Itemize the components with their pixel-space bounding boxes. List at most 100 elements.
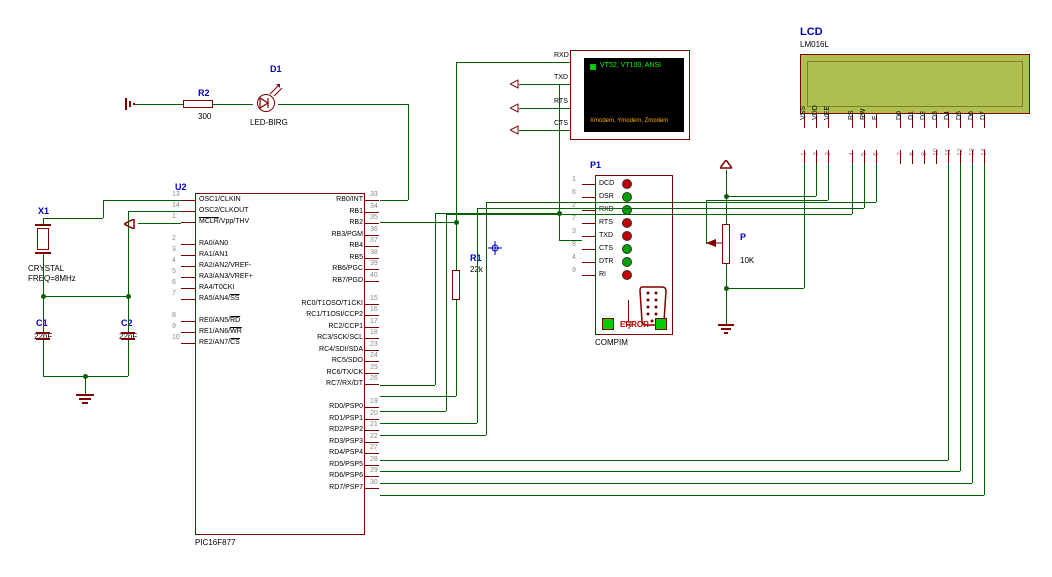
d1-type: LED-BIRG [250, 118, 288, 127]
compim-status-led-2 [655, 318, 667, 330]
u2-pin-36-num: 36 [370, 226, 378, 233]
term-pin-txd [519, 84, 570, 85]
u2-pin-29-num: 29 [370, 467, 378, 474]
compim-pin-8-num: 8 [572, 241, 576, 248]
u2-pin-39-name: RB6/PGC [332, 265, 363, 272]
term-pin-cts [519, 130, 570, 131]
compim-pin-7-num: 7 [572, 215, 576, 222]
u2-pin-13-name: OSC1/CLKIN [199, 196, 241, 203]
term-pin-rts [519, 108, 570, 109]
compim-pin-1-num: 1 [572, 176, 576, 183]
r1-ref: R1 [470, 253, 482, 263]
lcd-pin-5-name: RW [860, 108, 867, 120]
lcd-pin-3-name: VEE [824, 106, 831, 120]
compim-led-cts [622, 244, 632, 254]
u2-pin-28-num: 28 [370, 456, 378, 463]
u2-pin-37-num: 37 [370, 237, 378, 244]
u2-pin-22-name: RD3/PSP3 [329, 438, 363, 445]
u2-pin-4-name: RA2/AN2/VREF- [199, 262, 251, 269]
u2-pin-14-name: OSC2/CLKOUT [199, 207, 248, 214]
u2-pin-8-num: 8 [172, 312, 176, 319]
u2-pin-34-num: 34 [370, 203, 378, 210]
lcd-pin-1-name: VSS [800, 106, 807, 120]
term-sig0: RXD [554, 52, 569, 59]
u2-pin-13-num: 13 [172, 191, 180, 198]
d1-ref: D1 [270, 64, 282, 74]
term-sig3: CTS [554, 120, 568, 127]
u2-pin-8-name: RE0/AN5/RD [199, 317, 240, 324]
u2-pin-18-num: 18 [370, 329, 378, 336]
x1-freq: FREQ=8MHz [28, 274, 76, 283]
u2-pin-25-num: 25 [370, 364, 378, 371]
u2-pin-2-num: 2 [172, 235, 176, 242]
x1-type: CRYSTAL [28, 264, 64, 273]
compim-pin-3-num: 3 [572, 228, 576, 235]
compim-led-rts [622, 218, 632, 228]
u2-pin-22-num: 22 [370, 433, 378, 440]
u2-pin-9-name: RE1/AN6/WR [199, 328, 242, 335]
lcd-pin-8-name: D1 [908, 111, 915, 120]
u2-pin-10-num: 10 [172, 334, 180, 341]
u2-pin-38-num: 38 [370, 249, 378, 256]
u2-pin-18-name: RC3/SCK/SCL [317, 334, 363, 341]
compim-led-dcd [622, 179, 632, 189]
u2-pin-37-name: RB4 [349, 242, 363, 249]
u2-pin-1-num: 1 [172, 213, 176, 220]
compim-pin-9-num: 9 [572, 267, 576, 274]
u2-pin-3-num: 3 [172, 246, 176, 253]
u2-part: PIC16F877 [195, 538, 235, 547]
u2-pin-24-num: 24 [370, 352, 378, 359]
compim-led-txd [622, 231, 632, 241]
r2-ref: R2 [198, 88, 210, 98]
compim-pin-6-num: 6 [572, 189, 576, 196]
u2-pin-10-name: RE2/AN7/CS [199, 339, 240, 346]
u2-pin-35-name: RB2 [349, 219, 363, 226]
term-pin-rxd [554, 62, 570, 63]
compim-led-ri [622, 270, 632, 280]
u2-pin-3-name: RA1/AN1 [199, 251, 228, 258]
pot-val: 10K [740, 256, 754, 265]
u2-pin-20-num: 20 [370, 410, 378, 417]
u2-pin-6-num: 6 [172, 279, 176, 286]
u2-pin-34-name: RB1 [349, 208, 363, 215]
u2-pin-6-name: RA4/T0CKI [199, 284, 234, 291]
u2-pin-1-name: MCLR/Vpp/THV [199, 218, 249, 225]
u2-pin-36-name: RB3/PGM [331, 231, 363, 238]
u2-pin-40-num: 40 [370, 272, 378, 279]
lcd-pin-13-name: D6 [968, 111, 975, 120]
res-r1 [452, 270, 460, 300]
lcd-part: LM016L [800, 40, 829, 49]
u2-pin-27-name: RD4/PSP4 [329, 449, 363, 456]
u2-pin-30-num: 30 [370, 479, 378, 486]
u2-pin-25-name: RC6/TX/CK [326, 369, 363, 376]
c2-ref: C2 [121, 318, 133, 328]
u2-pin-35-num: 35 [370, 214, 378, 221]
r2-val: 300 [198, 112, 211, 121]
x1-ref: X1 [38, 206, 49, 216]
compim-pin-4-num: 4 [572, 254, 576, 261]
lcd-display [800, 54, 1030, 114]
u2-pin-29-name: RD6/PSP6 [329, 472, 363, 479]
pot-wiper-icon [706, 238, 722, 248]
lcd-pin-2-name: VDD [812, 105, 819, 120]
u2-pin-7-name: RA5/AN4/SS [199, 295, 239, 302]
compim-pin-3-name: TXD [599, 232, 613, 239]
p1-ref: P1 [590, 160, 601, 170]
compim-pin-9-name: RI [599, 271, 606, 278]
u2-pin-23-name: RC4/SDI/SDA [319, 346, 363, 353]
u2-pin-9-num: 9 [172, 323, 176, 330]
u2-pin-17-name: RC2/CCP1 [328, 323, 363, 330]
u2-pin-20-name: RD1/PSP1 [329, 415, 363, 422]
u2-pin-24-name: RC5/SDO [332, 357, 363, 364]
lcd-pin-10-name: D3 [932, 111, 939, 120]
lcd-pin-12-name: D5 [956, 111, 963, 120]
u2-pin-5-num: 5 [172, 268, 176, 275]
u2-pin-33-name: RB0/INT [336, 196, 363, 203]
u2-pin-28-name: RD5/PSP5 [329, 461, 363, 468]
u2-pin-39-num: 39 [370, 260, 378, 267]
res-r2 [183, 100, 213, 108]
u2-pin-40-name: RB7/PGD [332, 277, 363, 284]
lcd-pin-11-name: D4 [944, 111, 951, 120]
u2-pin-19-num: 19 [370, 398, 378, 405]
u2-pin-26-num: 26 [370, 375, 378, 382]
